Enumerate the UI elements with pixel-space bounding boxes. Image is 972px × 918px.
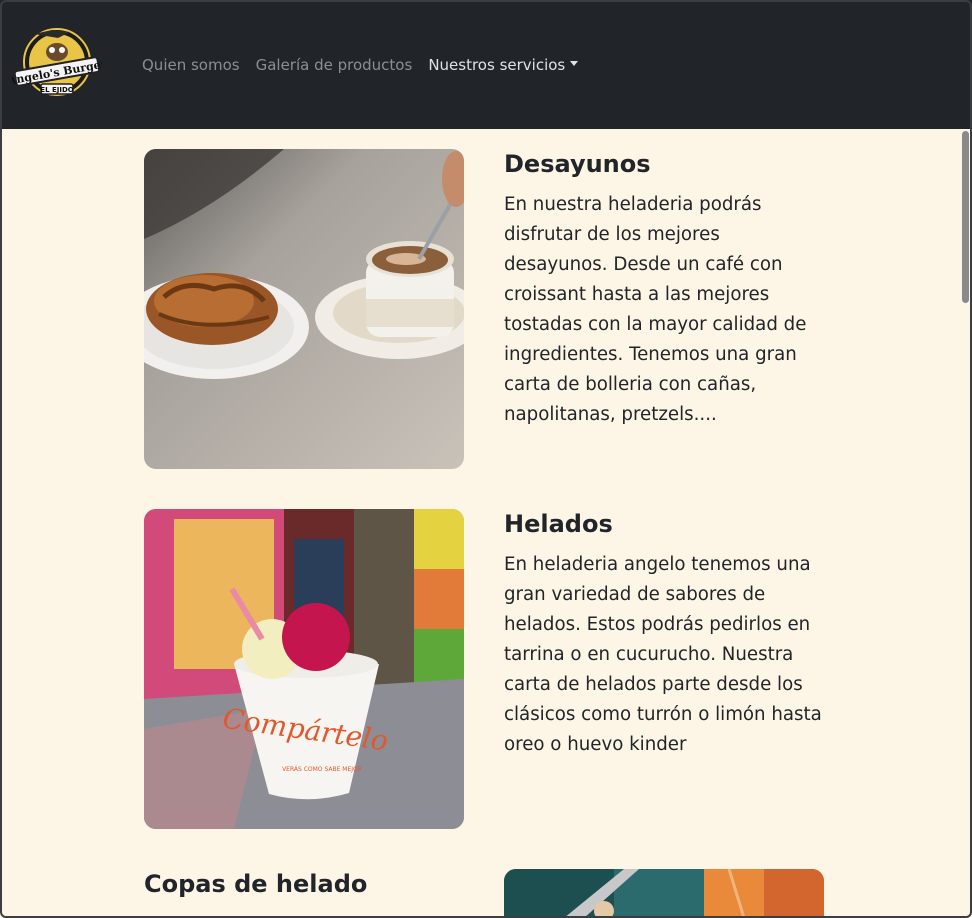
nav-dropdown-servicios[interactable]: Nuestros servicios	[428, 56, 579, 74]
scrollbar-thumb[interactable]	[962, 131, 969, 303]
nav-link-quien-somos[interactable]: Quien somos	[142, 56, 240, 74]
scrollbar[interactable]	[960, 129, 970, 916]
nav-dropdown-label: Nuestros servicios	[428, 56, 566, 74]
section-title-desayunos: Desayunos	[504, 150, 651, 178]
section-text-desayunos: En nuestra heladeria podrás disfrutar de…	[504, 194, 807, 425]
caret-down-icon	[570, 61, 579, 66]
logo-text-bottom: EL EJIDO	[40, 86, 73, 94]
navbar: Angelo's Burger EL EJIDO Quien somos Gal…	[0, 0, 972, 129]
logo[interactable]: Angelo's Burger EL EJIDO	[6, 26, 108, 102]
nav-link-galeria[interactable]: Galería de productos	[256, 56, 413, 74]
cup-subtext: VERÁS COMO SABE MEJOR	[282, 766, 362, 773]
section-title-copas: Copas de helado	[144, 870, 368, 898]
helados-image: Compártelo VERÁS COMO SABE MEJOR	[144, 509, 464, 829]
nav-links: Quien somos Galería de productos Nuestro…	[142, 56, 579, 74]
section-text-helados: En heladeria angelo tenemos una gran var…	[504, 554, 822, 755]
desayunos-image	[144, 149, 464, 469]
section-title-helados: Helados	[504, 510, 613, 538]
copas-image	[504, 869, 824, 918]
